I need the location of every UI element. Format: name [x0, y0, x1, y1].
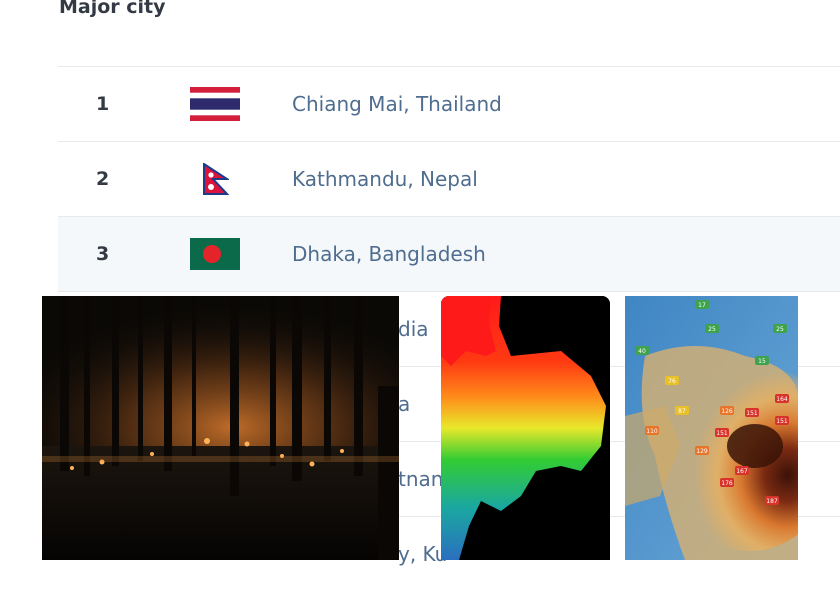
aqi-badge: 151 [715, 428, 729, 437]
aqi-badge: 151 [775, 416, 789, 425]
aqi-badge: 15 [755, 356, 769, 365]
svg-text:76: 76 [668, 378, 676, 385]
aqi-badge: 87 [675, 406, 689, 415]
city-link[interactable]: Chiang Mai, Thailand [292, 92, 502, 116]
svg-text:164: 164 [776, 396, 788, 403]
svg-text:40: 40 [638, 348, 646, 355]
aqi-badge: 187 [765, 496, 779, 505]
table-row[interactable]: 1 Chiang Mai, Thailand [58, 66, 840, 141]
thailand-flag-icon [190, 87, 240, 121]
aqi-badge: 129 [695, 446, 709, 455]
table-row[interactable]: 2 Kathmandu, Nepal [58, 141, 840, 216]
aqi-badge: 17 [695, 300, 709, 309]
svg-text:17: 17 [698, 302, 706, 309]
nepal-flag-icon [203, 163, 229, 195]
heat-map-image [441, 296, 610, 560]
aqi-badge: 167 [735, 466, 749, 475]
svg-text:151: 151 [716, 430, 728, 437]
svg-text:25: 25 [776, 326, 784, 333]
city-link[interactable]: Dhaka, Bangladesh [292, 242, 486, 266]
svg-text:15: 15 [758, 358, 766, 365]
city-link[interactable]: Kathmandu, Nepal [292, 167, 478, 191]
svg-text:187: 187 [766, 498, 778, 505]
rank-number: 3 [96, 243, 110, 265]
svg-text:176: 176 [721, 480, 733, 487]
section-heading: Major city [59, 0, 166, 18]
forest-fire-photo [42, 296, 399, 560]
aqi-badge: 164 [775, 394, 789, 403]
city-link[interactable]: a [398, 392, 410, 416]
rank-number: 1 [96, 93, 110, 115]
aqi-badge: 126 [720, 406, 734, 415]
rank-number: 2 [96, 168, 110, 190]
svg-text:151: 151 [776, 418, 788, 425]
aqi-badge: 25 [705, 324, 719, 333]
city-link[interactable]: dia [398, 317, 429, 341]
air-quality-map: 17 25 25 15 40 76 87 126 151 164 151 151 187 176 167 12… [625, 296, 798, 560]
aqi-badge: 25 [773, 324, 787, 333]
city-link[interactable]: tnan [398, 467, 443, 491]
svg-text:110: 110 [646, 428, 658, 435]
bangladesh-flag-icon [190, 238, 240, 270]
aqi-badge: 176 [720, 478, 734, 487]
svg-text:25: 25 [708, 326, 716, 333]
city-link[interactable]: y, Ku [398, 542, 447, 566]
aqi-badge: 151 [745, 408, 759, 417]
svg-text:87: 87 [678, 408, 686, 415]
aqi-badge: 40 [635, 346, 649, 355]
aqi-badge: 110 [645, 426, 659, 435]
svg-text:129: 129 [696, 448, 708, 455]
svg-text:126: 126 [721, 408, 733, 415]
svg-text:167: 167 [736, 468, 748, 475]
svg-text:151: 151 [746, 410, 758, 417]
table-row[interactable]: 3 Dhaka, Bangladesh [58, 216, 840, 291]
aqi-badge: 76 [665, 376, 679, 385]
